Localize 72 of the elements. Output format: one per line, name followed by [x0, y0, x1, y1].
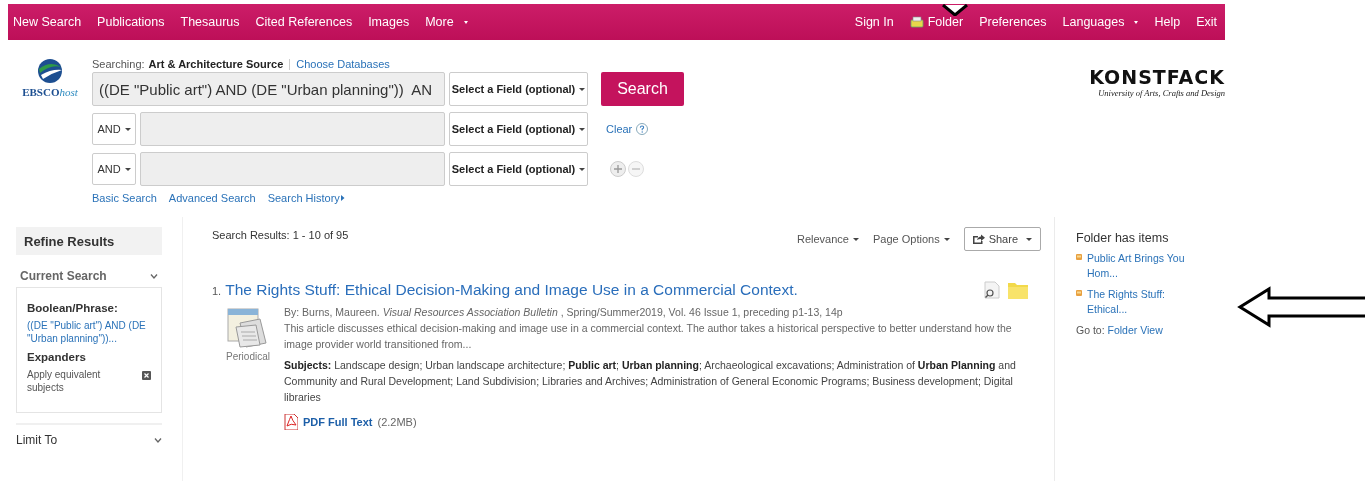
section-heading[interactable]: Limit To	[16, 433, 58, 447]
nav-link[interactable]: Publications	[89, 15, 173, 29]
periodical-icon	[226, 305, 270, 349]
folder-icon	[1008, 281, 1028, 299]
share-button[interactable]: Share	[963, 227, 1041, 251]
nav-link[interactable]: Images	[360, 15, 418, 29]
arrow-drawing	[940, 4, 970, 16]
citation-text: By: Burns, Maureen. Visual Resources Association Bulletin , Spring/Summer2019, Vol. 46 Issue 1, preceding p1-13, 14p	[284, 305, 844, 320]
field-dropdown[interactable]: Select a Field (optional)	[449, 152, 588, 186]
results-summary: Search Results: 1 - 10 of 95	[212, 229, 349, 241]
nav-link[interactable]: Languages	[1054, 15, 1147, 29]
searching-label: Searching:	[92, 58, 145, 70]
remove-icon	[142, 371, 151, 380]
nav-link[interactable]: Exit	[1188, 15, 1225, 29]
panel-heading: Expanders	[27, 351, 87, 363]
choose-databases-link[interactable]: Choose Databases	[296, 58, 390, 70]
share-icon	[972, 234, 985, 244]
help-icon	[636, 123, 649, 135]
panel-heading: Boolean/Phrase:	[27, 302, 119, 314]
search-input-field[interactable]: ((DE "Public art") AND (DE "Urban planning")) AN	[92, 72, 445, 106]
database-name: Art & Architecture Source	[148, 58, 284, 70]
nav-link[interactable]: Thesaurus	[172, 15, 248, 29]
refine-results-header: Refine Results	[16, 227, 162, 255]
expander-label: Apply equivalent subjects	[27, 369, 102, 394]
page-options-dropdown[interactable]: Page Options	[873, 233, 950, 245]
folder-view-link[interactable]: Folder View	[1107, 323, 1163, 336]
folder-item-link[interactable]: The Rights Stuff: Ethical...	[1087, 287, 1205, 317]
add-row-icon	[610, 161, 626, 177]
folder-icon	[909, 16, 924, 28]
section-heading[interactable]: Current Search	[20, 269, 107, 283]
institution-logo-text: KONSTFACK	[1088, 66, 1225, 88]
search-mode-link[interactable]: Search History	[267, 192, 345, 204]
file-size-label: (2.2MB)	[377, 414, 417, 430]
result-title-link[interactable]: The Rights Stuff: Ethical Decision-Making and Image Use in a Commercial Context.	[225, 281, 798, 299]
remove-row-icon	[628, 161, 644, 177]
operator-dropdown[interactable]: AND	[92, 113, 136, 145]
abstract-text: This article discusses ethical decision-making and image use in a commercial context. The author takes a historical perspective to better understand how the image provider world transitioned from...	[284, 320, 1013, 352]
folder-item-link[interactable]: Public Art Brings You Hom...	[1087, 251, 1205, 281]
pdf-icon	[284, 413, 298, 430]
operator-dropdown[interactable]: AND	[92, 153, 136, 185]
bullet-icon	[1076, 254, 1082, 260]
goto-label: Go to:	[1076, 323, 1105, 336]
chevron-icon	[154, 437, 162, 443]
field-dropdown[interactable]: Select a Field (optional)	[449, 72, 588, 106]
search-input-field[interactable]	[140, 152, 445, 186]
publication-type-label: Periodical	[226, 351, 270, 362]
nav-link[interactable]: Folder	[901, 15, 972, 29]
search-button[interactable]: Search	[601, 72, 684, 106]
institution-tagline: University of Arts, Crafts and Design	[1097, 88, 1225, 98]
nav-link[interactable]: Sign In	[846, 15, 902, 29]
nav-link[interactable]: Help	[1146, 15, 1189, 29]
nav-link[interactable]: Preferences	[971, 15, 1055, 29]
folder-heading: Folder has items	[1076, 231, 1170, 245]
bullet-icon	[1076, 290, 1082, 297]
sort-dropdown[interactable]: Relevance	[797, 233, 859, 245]
nav-link[interactable]: More	[417, 15, 476, 29]
preview-icon	[984, 281, 1000, 299]
pdf-full-text-link[interactable]: PDF Full Text	[303, 413, 373, 430]
brand-logo-text: EBSCOhost	[22, 86, 78, 98]
clear-link[interactable]: Clear	[606, 123, 633, 135]
subjects-text: Subjects: Landscape design; Urban landscape architecture; Public art; Urban planning; Archaeological excavations; Administration of Urban Planning and Community and Rural Development; Land Subdivision; Libraries and Archives; Administration of General Economic Programs; Business development; Digital libraries	[284, 358, 1017, 405]
nav-link[interactable]: New Search	[8, 15, 90, 29]
play-arrow-icon	[339, 194, 345, 202]
field-dropdown[interactable]: Select a Field (optional)	[449, 112, 588, 146]
query-link[interactable]: ((DE "Public art") AND (DE "Urban planning"))...	[27, 320, 151, 345]
search-mode-link[interactable]: Advanced Search	[168, 192, 256, 204]
nav-link[interactable]: Cited References	[247, 15, 361, 29]
globe-logo-icon	[37, 58, 63, 84]
result-number: 1.	[212, 285, 222, 297]
search-mode-link[interactable]: Basic Search	[92, 192, 157, 204]
search-input-field[interactable]	[140, 112, 445, 146]
chevron-icon	[150, 273, 158, 279]
